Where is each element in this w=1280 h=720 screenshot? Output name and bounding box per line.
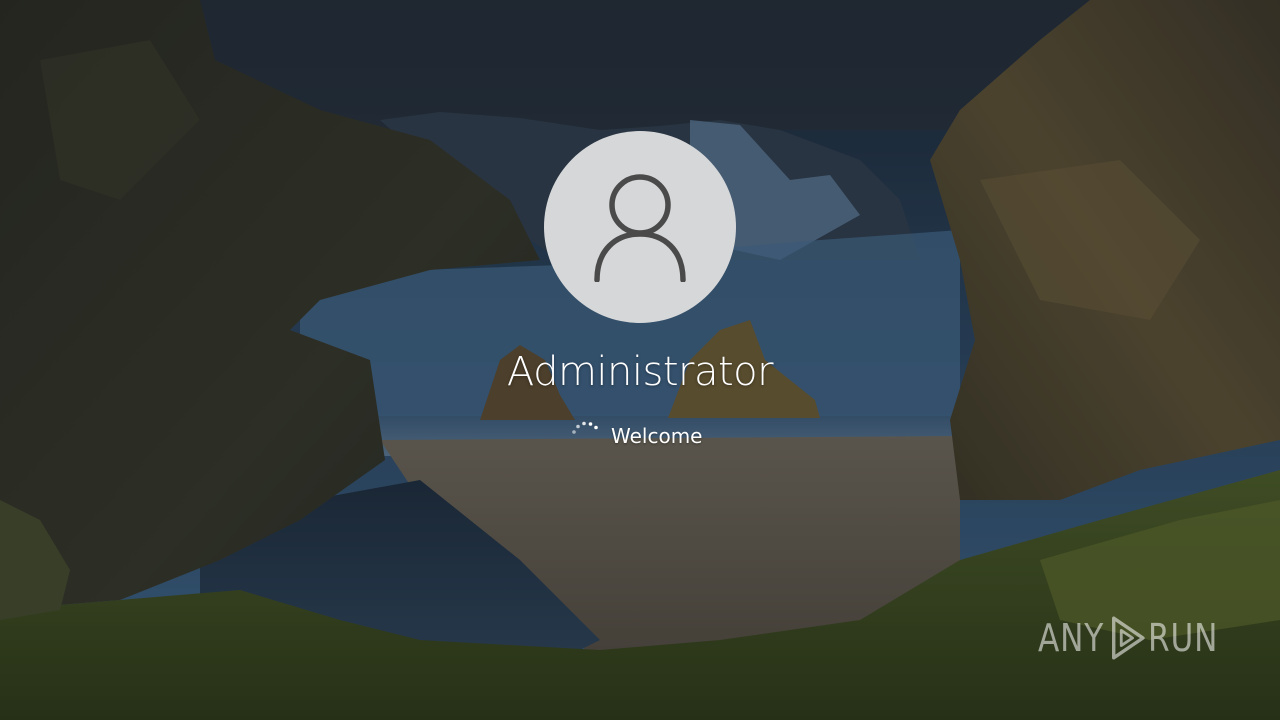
play-triangle-icon bbox=[1111, 616, 1145, 660]
user-avatar bbox=[544, 131, 736, 323]
windows-signin-screen: Administrator Welcome ANY RUN bbox=[0, 0, 1280, 720]
welcome-status-text: Welcome bbox=[611, 424, 703, 448]
anyrun-watermark: ANY RUN bbox=[1038, 608, 1234, 668]
user-name-label: Administrator bbox=[506, 349, 774, 395]
signin-status: Welcome bbox=[540, 420, 740, 452]
user-silhouette-icon bbox=[594, 174, 686, 282]
watermark-left-text: ANY bbox=[1038, 616, 1105, 660]
watermark-right-text: RUN bbox=[1148, 616, 1219, 660]
loading-spinner-icon bbox=[572, 421, 598, 434]
